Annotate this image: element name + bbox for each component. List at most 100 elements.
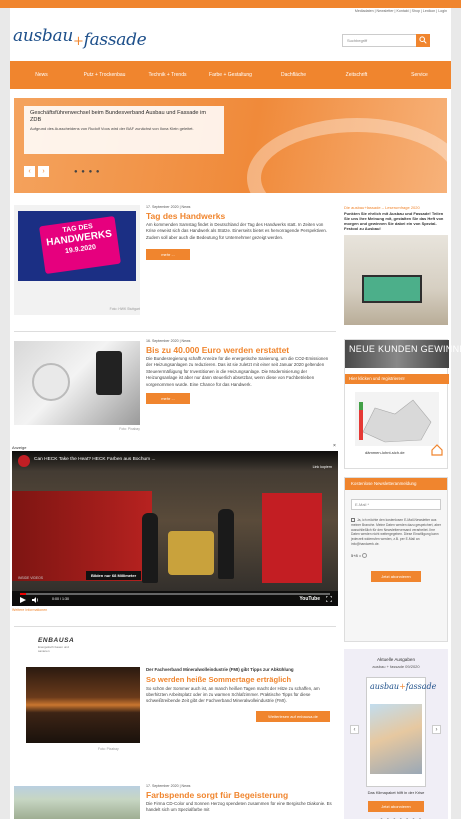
- enbausa-read-more-button[interactable]: Weiterlesen auf enbausa.de: [256, 710, 330, 722]
- search-placeholder: Suchbegriff: [347, 38, 368, 43]
- issue-subtitle: ausbau + fassade 09/2020: [372, 664, 420, 669]
- cover-logo-part1: ausbau: [370, 682, 400, 691]
- logo-word-ausbau: ausbau: [13, 26, 73, 46]
- article-body: 17. September 2020 | News Farbspende sor…: [146, 784, 332, 814]
- video-time: 0:00 / 1:30: [52, 597, 69, 601]
- hero-title[interactable]: Geschäftsführerwechsel beim Bundesverban…: [30, 110, 218, 124]
- main-nav: News Putz + Trockenbau Technik + Trends …: [10, 61, 451, 89]
- video-watermark: INSIDE VIDEOS: [18, 576, 44, 580]
- issue-next-arrow[interactable]: ›: [432, 725, 441, 734]
- nav-item-putz[interactable]: Putz + Trockenbau: [73, 61, 136, 89]
- meta-links[interactable]: Mediadaten | Newsletter | Kontakt | Shop…: [355, 9, 447, 13]
- article-title[interactable]: Tag des Handwerks: [146, 211, 332, 221]
- enbausa-article: ENBAUSA Energetisch bauen und sanieren F…: [14, 626, 336, 766]
- article-title[interactable]: Farbspende sorgt für Begeisterung: [146, 790, 332, 800]
- top-accent-bar: [0, 0, 461, 8]
- article-item: 17. September 2020 | News Farbspende sor…: [10, 778, 338, 819]
- enbausa-photo[interactable]: [26, 667, 140, 743]
- photo-caption: Foto: Pixabay: [98, 747, 119, 751]
- article-item: Foto: Pixabay 16. September 2020 | News …: [10, 337, 338, 437]
- fullscreen-icon[interactable]: [326, 596, 332, 602]
- site-logo[interactable]: ausbau+fassade: [13, 26, 147, 50]
- survey-teaser[interactable]: Die ausbau+fassade – Leserumfrage 2020 P…: [344, 205, 448, 325]
- newsletter-title: Kostenlose Newsletteranmeldung: [345, 478, 447, 490]
- consent-checkbox[interactable]: [351, 518, 355, 523]
- more-button[interactable]: mehr ...: [146, 249, 190, 261]
- kunden-ad-button[interactable]: Hier klicken und registrieren!: [345, 374, 449, 384]
- nav-item-dach[interactable]: Dachfläche: [262, 61, 325, 89]
- cover-logo-part2: fassade: [405, 682, 437, 691]
- channel-logo[interactable]: [18, 455, 30, 467]
- fire-truck-shape: [12, 491, 152, 581]
- ad-close-icon[interactable]: ×: [333, 443, 336, 449]
- article-teaser: Die Bundesregierung schafft Anreize für …: [146, 356, 329, 387]
- issue-subscribe-button[interactable]: Jetzt abonnieren: [368, 801, 424, 812]
- video-caption: Bilden nur 68 Millimeter: [86, 571, 142, 580]
- issue-caption: Das Klimapaket hilft in der Krise: [367, 790, 425, 795]
- hero-textbox[interactable]: Geschäftsführerwechsel beim Bundesverban…: [24, 106, 224, 154]
- article-meta: 16. September 2020 | News: [146, 339, 191, 343]
- nav-item-news[interactable]: News: [10, 61, 73, 89]
- article-thumbnail[interactable]: TAG DES HANDWERKS 19.9.2020 Foto: HWK St…: [14, 205, 140, 315]
- copy-link[interactable]: Link kopiern: [313, 465, 332, 469]
- newsletter-captcha: 5+8 =: [351, 553, 441, 563]
- play-icon[interactable]: [20, 597, 26, 603]
- article-meta: 17. September 2020 | News: [146, 205, 191, 209]
- article-body: 17. September 2020 | News Tag des Handwe…: [146, 205, 332, 261]
- photo-caption: Foto: Pixabay: [119, 427, 140, 431]
- firefighter-shape: [142, 513, 158, 583]
- banner-shape: [262, 493, 322, 583]
- video-title[interactable]: Can HECK Take the Heat? HECK Farben aus …: [34, 457, 156, 462]
- issue-cover[interactable]: ausbau+fassade: [366, 677, 436, 787]
- article-teaser: Am kommenden Samstag findet in Deutschla…: [146, 222, 328, 240]
- captcha-input[interactable]: [362, 553, 368, 559]
- ad-label: Anzeige: [12, 445, 27, 450]
- captcha-question: 5+8 =: [351, 552, 363, 558]
- house-map-graphic: [355, 392, 439, 446]
- survey-title[interactable]: Die ausbau+fassade – Leserumfrage 2020: [344, 205, 448, 210]
- kunden-ad-title: NEUE KUNDEN GEWINNEN: [349, 344, 461, 354]
- hero-decoration: [247, 118, 447, 193]
- article-thumbnail[interactable]: Foto: Pixabay: [14, 341, 140, 437]
- kunden-ad-card[interactable]: NEUE KUNDEN GEWINNEN Hier klicken und re…: [344, 339, 461, 469]
- newsletter-subscribe-button[interactable]: Jetzt abonnieren: [371, 570, 421, 582]
- hero-next-arrow[interactable]: ›: [38, 166, 49, 177]
- newsletter-card: Kostenlose Newsletteranmeldung E-Mail * …: [344, 477, 448, 642]
- article-title[interactable]: Bis zu 40.000 Euro werden erstattet: [146, 345, 332, 355]
- enbausa-title[interactable]: So werden heiße Sommertage erträglich: [146, 675, 332, 685]
- article-teaser: Die Firma CD-Color und Sonnen Herzog spe…: [146, 801, 332, 813]
- hero-slider[interactable]: Geschäftsführerwechsel beim Bundesverban…: [14, 98, 447, 193]
- nav-item-technik[interactable]: Technik + Trends: [136, 61, 199, 89]
- divider: [14, 331, 336, 332]
- article-thumbnail[interactable]: [14, 786, 140, 819]
- firefighter-shape: [218, 509, 234, 579]
- article-item: TAG DES HANDWERKS 19.9.2020 Foto: HWK St…: [10, 203, 338, 328]
- enbausa-body: Der Fachverband Mineralwolleindustrie (F…: [146, 667, 332, 722]
- video-player[interactable]: Can HECK Take the Heat? HECK Farben aus …: [12, 451, 338, 606]
- survey-image[interactable]: [344, 235, 448, 325]
- newsletter-email-input[interactable]: E-Mail *: [351, 499, 441, 510]
- cover-logo: ausbau+fassade: [367, 678, 436, 691]
- enbausa-logo[interactable]: ENBAUSA: [38, 637, 74, 644]
- nav-item-service[interactable]: Service: [388, 61, 451, 89]
- more-info-link[interactable]: Weitere Informationen: [12, 608, 47, 612]
- thermostat-knob: [32, 363, 70, 401]
- issue-prev-arrow[interactable]: ‹: [350, 725, 359, 734]
- article-meta: 17. September 2020 | News: [146, 784, 191, 788]
- issue-title: Aktuelle Ausgaben: [376, 657, 416, 662]
- house-icon: [431, 444, 443, 456]
- kunden-ad[interactable]: NEUE KUNDEN GEWINNEN Hier klicken und re…: [344, 339, 461, 469]
- enbausa-logo-sub: Energetisch bauen und sanieren: [38, 645, 69, 653]
- volume-icon[interactable]: [32, 597, 39, 603]
- photo-caption: Foto: HWK Stuttgart: [109, 307, 140, 311]
- hero-pagination[interactable]: ● ● ● ●: [74, 169, 101, 175]
- nav-item-farbe[interactable]: Farbe + Gestaltung: [199, 61, 262, 89]
- search-button[interactable]: [416, 34, 430, 47]
- hero-prev-arrow[interactable]: ‹: [24, 166, 35, 177]
- video-progress-track[interactable]: [20, 593, 330, 595]
- nav-item-zeitschrift[interactable]: Zeitschrift: [325, 61, 388, 89]
- more-button[interactable]: mehr ...: [146, 393, 190, 405]
- youtube-logo[interactable]: YouTube: [299, 596, 320, 602]
- survey-text: Punkten Sie ehrlich mit Ausbau und Fassa…: [344, 211, 444, 231]
- current-issue: Aktuelle Ausgaben ausbau + fassade 09/20…: [344, 649, 448, 819]
